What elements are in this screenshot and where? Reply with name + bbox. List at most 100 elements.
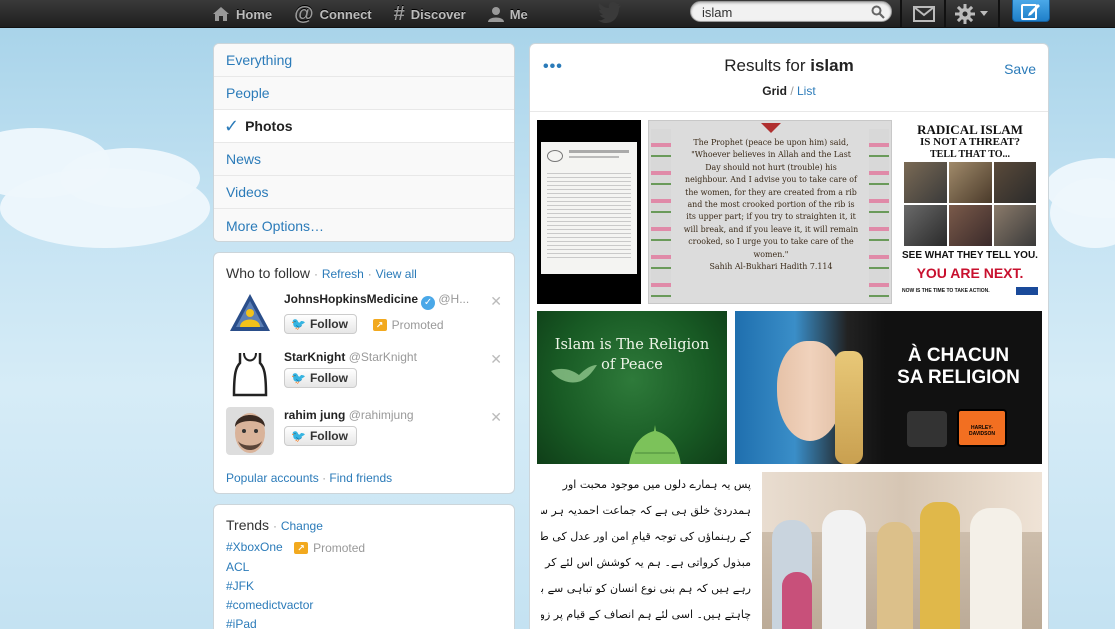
messages-button[interactable] [913,0,935,28]
separator: · [322,471,327,485]
trend-item: #iPad [214,614,514,629]
floral-border-right [869,129,889,299]
bird-icon: 🐦 [291,429,306,443]
hash-icon: # [393,2,405,25]
save-search-button[interactable]: Save [1004,61,1036,77]
settings-menu[interactable] [955,0,988,28]
hadith-line: neighbour. And I advise you to take care… [685,175,857,185]
filter-photos[interactable]: ✓ Photos [214,110,514,143]
bird-icon: 🐦 [291,371,306,385]
chacun-subheadline: SA RELIGION [897,367,1020,388]
dismiss-icon[interactable]: ✕ [490,293,502,310]
promoted-icon: ↗ [372,319,387,331]
filter-videos[interactable]: Videos [214,176,514,209]
nav-home-label: Home [236,6,273,22]
hadith-line: will break, and if you leave it, it will… [683,224,859,234]
follow-button[interactable]: 🐦 Follow [284,314,357,334]
search-input[interactable] [702,4,862,20]
search-box [690,1,892,22]
hadith-line: The Prophet (peace be upon him) said, [693,138,849,147]
nav-connect[interactable]: @ Connect [294,0,372,28]
hadith-line: "Whoever believes in Allah and the Last [691,150,851,160]
mosque-dome-icon [629,425,681,464]
nav-home[interactable]: Home [212,0,272,28]
nav-me[interactable]: Me [487,0,528,28]
account-name[interactable]: rahim jung [284,408,345,422]
harley-davidson-logo: HARLEY-DAVIDSON [957,409,1007,447]
filter-more-options-label: More Options… [226,217,325,234]
account-handle: @H... [438,292,470,306]
who-to-follow-title: Who to follow [226,265,311,281]
twitter-bird-icon[interactable] [598,2,622,24]
separator: / [790,84,794,98]
promoted-badge: ↗ Promoted [372,318,444,332]
promoted-badge: ↗ Promoted [294,541,365,555]
nav-discover[interactable]: # Discover [394,0,466,28]
photo-thumbnail[interactable] [537,120,641,304]
popular-accounts-link[interactable]: Popular accounts [226,471,319,485]
floral-border-left [651,129,671,299]
envelope-icon [913,6,935,22]
account-name[interactable]: StarKnight [284,350,345,364]
find-friends-link[interactable]: Find friends [329,471,392,485]
trends-header: Trends · Change [214,505,514,537]
filter-people[interactable]: People [214,77,514,110]
nav-discover-label: Discover [410,6,466,22]
filter-photos-label: Photos [245,118,293,134]
results-query: islam [810,56,854,75]
trend-link[interactable]: #comedictvactor [226,598,313,612]
refresh-link[interactable]: Refresh [322,267,364,281]
change-trends-link[interactable]: Change [281,519,323,533]
trend-item: #XboxOne ↗ Promoted [214,537,514,557]
compose-tweet-button[interactable] [1012,0,1050,22]
search-icon[interactable] [871,5,885,19]
view-all-link[interactable]: View all [376,267,417,281]
nav-me-label: Me [509,6,528,22]
photo-thumbnail[interactable]: À CHACUN SA RELIGION HARLEY-DAVIDSON [735,311,1042,464]
tank-top-avatar [226,349,274,397]
photo-thumbnail[interactable]: پس یہ ہمارے دلوں میں موجود محبت اور ہمدرد… [537,472,755,629]
filter-more-options[interactable]: More Options… [214,209,514,241]
follow-label: Follow [309,371,348,385]
follow-label: Follow [309,429,348,443]
hadith-line: its upper part; if you try to straighten… [686,212,856,222]
avatar[interactable] [226,349,274,397]
dismiss-icon[interactable]: ✕ [490,351,502,368]
photo-thumbnail[interactable] [762,472,1042,629]
grid-view-toggle[interactable]: Grid [762,84,787,98]
photo-thumbnail[interactable]: The Prophet (peace be upon him) said, "Wh… [648,120,892,304]
hadith-line: Day should not hurt (trouble) his [705,162,837,172]
account-name[interactable]: JohnsHopkinsMedicine [284,292,418,306]
filter-news[interactable]: News [214,143,514,176]
nav-connect-label: Connect [319,6,372,22]
poster-you-are-next: YOU ARE NEXT. [916,265,1024,281]
home-icon [213,7,229,21]
filter-videos-label: Videos [226,184,269,200]
trend-link[interactable]: #JFK [226,579,254,593]
separator: · [313,267,318,281]
view-toggle: Grid / List [530,84,1048,98]
avatar[interactable] [226,291,274,339]
at-icon: @ [294,2,314,25]
photo-thumbnail[interactable]: RADICAL ISLAM IS NOT A THREAT? TELL THAT… [898,120,1042,304]
trend-link[interactable]: #XboxOne [226,540,283,554]
photo-thumbnail[interactable]: Islam is The Religion of Peace [537,311,727,464]
search-filter-menu: Everything People ✓ Photos News Videos Mo… [213,43,515,242]
trend-link[interactable]: #iPad [226,617,257,629]
dismiss-icon[interactable]: ✕ [490,409,502,426]
list-view-toggle[interactable]: List [797,84,816,98]
suggested-account: rahim jung @rahimjung ✕ 🐦 Follow [214,403,514,461]
poster-see-what: SEE WHAT THEY TELL YOU. [902,250,1038,261]
compose-icon [1021,3,1040,20]
hadith-line: the women, for they are created from a r… [685,187,857,197]
follow-button[interactable]: 🐦 Follow [284,426,357,446]
follow-button[interactable]: 🐦 Follow [284,368,357,388]
suggested-account: JohnsHopkinsMedicine ✓ @H... ✕ 🐦 Follow ↗ P… [214,287,514,345]
avatar[interactable] [226,407,274,455]
urdu-text-block: پس یہ ہمارے دلوں میں موجود محبت اور ہمدرد… [541,472,751,628]
trend-item: ACL [214,557,514,576]
hadith-line: crooked, so I urge you to take care of t… [688,237,854,247]
trend-link[interactable]: ACL [226,560,249,574]
global-nav: Home @ Connect # Discover Me [0,0,1115,28]
filter-everything[interactable]: Everything [214,44,514,77]
